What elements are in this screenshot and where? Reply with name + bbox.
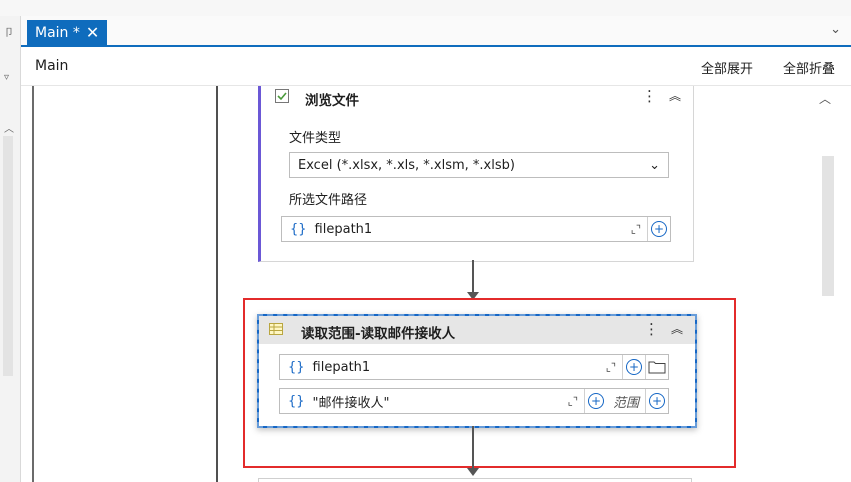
- more-options-icon[interactable]: ⋮: [644, 320, 659, 338]
- scroll-up-icon[interactable]: ︿: [4, 120, 14, 135]
- checkbox-icon: [275, 89, 289, 103]
- collapse-all-button[interactable]: 全部折叠: [783, 58, 835, 77]
- expand-editor-icon[interactable]: ⌞⌝: [568, 395, 578, 408]
- add-variable-button[interactable]: +: [622, 355, 645, 379]
- collapse-icon[interactable]: ︽: [669, 87, 681, 104]
- file-type-label: 文件类型: [289, 131, 342, 146]
- next-activity[interactable]: [258, 478, 692, 482]
- left-scrollbar-thumb[interactable]: [3, 136, 13, 376]
- file-type-select[interactable]: Excel (*.xlsx, *.xls, *.xlsm, *.xlsb) ⌄: [289, 152, 669, 178]
- expand-editor-icon[interactable]: ⌞⌝: [631, 223, 641, 236]
- pin-icon[interactable]: 卩: [4, 24, 14, 39]
- add-variable-button[interactable]: +: [647, 217, 670, 241]
- workflow-canvas[interactable]: ︿ 浏览文件 ⋮ ︽ 文件类型 Excel (*.xlsx, *.xls, *.…: [21, 86, 851, 482]
- variable-brace-icon: {}: [290, 221, 307, 237]
- tab-main[interactable]: Main * ✕: [27, 20, 108, 45]
- file-path-value: filepath1: [314, 221, 373, 237]
- chevron-down-icon[interactable]: ⌄: [830, 22, 841, 37]
- connector-line: [472, 260, 474, 292]
- add-range-variable-button[interactable]: +: [645, 389, 668, 413]
- more-options-icon[interactable]: ⋮: [642, 87, 657, 105]
- file-type-value: Excel (*.xlsx, *.xls, *.xlsm, *.xlsb): [298, 157, 515, 173]
- tab-label: Main *: [35, 24, 80, 41]
- collapse-icon[interactable]: ︽: [671, 320, 683, 337]
- window-top-strip: [0, 0, 851, 16]
- close-icon[interactable]: ✕: [86, 24, 99, 41]
- browse-folder-button[interactable]: [645, 355, 668, 379]
- file-path-input[interactable]: {} filepath1 ⌞⌝ +: [281, 216, 671, 242]
- sheet-name-value: "邮件接收人": [312, 395, 390, 411]
- read-range-activity[interactable]: 读取范围-读取邮件接收人 ⋮ ︽ {} filepath1 ⌞⌝ + {} "邮…: [257, 314, 697, 428]
- plus-circle-icon: +: [649, 393, 665, 409]
- scroll-up-icon[interactable]: ︿: [819, 90, 831, 107]
- chevron-down-icon: ⌄: [649, 157, 660, 173]
- plus-circle-icon: +: [651, 221, 667, 237]
- breadcrumb-bar: Main 全部展开 全部折叠: [21, 47, 851, 86]
- activity-header[interactable]: 浏览文件 ⋮ ︽: [261, 86, 693, 111]
- activity-title: 浏览文件: [305, 93, 359, 109]
- browse-file-activity[interactable]: 浏览文件 ⋮ ︽ 文件类型 Excel (*.xlsx, *.xls, *.xl…: [258, 86, 694, 262]
- canvas-scrollbar-thumb[interactable]: [822, 156, 834, 296]
- variable-brace-icon: {}: [288, 359, 305, 375]
- variable-brace-icon: {}: [288, 393, 305, 409]
- workbook-path-value: filepath1: [312, 359, 371, 375]
- left-panel: 卩 ▿ ︿: [0, 16, 21, 482]
- sheet-name-input[interactable]: {} "邮件接收人" ⌞⌝ + 范围 +: [279, 388, 669, 414]
- sequence-border-inner: [216, 86, 218, 482]
- file-path-label: 所选文件路径: [289, 193, 368, 208]
- tab-strip: Main * ✕ ⌄: [21, 16, 851, 47]
- activity-header[interactable]: 读取范围-读取邮件接收人 ⋮ ︽: [259, 316, 695, 344]
- expand-all-button[interactable]: 全部展开: [701, 58, 753, 77]
- folder-icon: [648, 361, 666, 374]
- workbook-path-input[interactable]: {} filepath1 ⌞⌝ +: [279, 354, 669, 380]
- connector-line: [472, 426, 474, 468]
- activity-title: 读取范围-读取邮件接收人: [301, 326, 456, 342]
- connector-arrow: [467, 468, 479, 476]
- filter-icon[interactable]: ▿: [4, 72, 9, 83]
- sequence-border-left: [32, 86, 34, 482]
- range-input[interactable]: 范围: [613, 392, 639, 411]
- plus-circle-icon: +: [587, 393, 604, 409]
- expand-editor-icon[interactable]: ⌞⌝: [606, 361, 616, 374]
- breadcrumb[interactable]: Main: [35, 58, 68, 74]
- excel-range-icon: [269, 323, 283, 335]
- plus-circle-icon: +: [626, 359, 642, 375]
- add-variable-button[interactable]: +: [583, 389, 607, 413]
